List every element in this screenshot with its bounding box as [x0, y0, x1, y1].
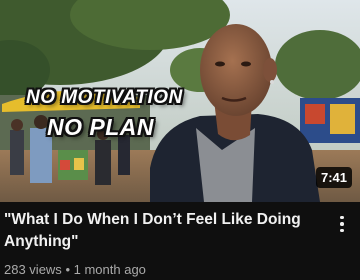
upload-age: 1 month ago [73, 262, 146, 277]
thumbnail-overlay-text-1: NO MOTIVATION [26, 87, 183, 108]
thumbnail-overlay-text-2: NO PLAN [47, 114, 154, 140]
more-dot [340, 228, 344, 233]
meta-separator: • [65, 262, 70, 277]
more-vert-icon[interactable] [330, 212, 354, 236]
video-thumbnail[interactable]: NO MOTIVATION NO PLAN 7:41 [0, 0, 360, 202]
view-count: 283 views [4, 262, 62, 277]
more-dot [340, 222, 344, 226]
video-title[interactable]: "What I Do When I Don’t Feel Like Doing … [4, 209, 322, 253]
video-metadata: 283 views • 1 month ago [4, 262, 146, 277]
more-dot [340, 215, 344, 220]
duration-badge: 7:41 [315, 167, 352, 188]
